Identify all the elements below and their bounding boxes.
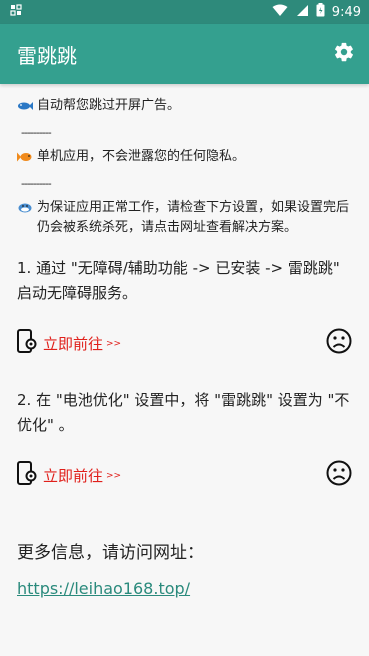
step-accessibility-actions: 立即前往 >> xyxy=(17,328,352,358)
divider-text: ---------- xyxy=(21,126,52,139)
step-battery-actions: 立即前往 >> xyxy=(17,460,352,490)
status-time: 9:49 xyxy=(331,4,361,20)
step-accessibility: 1. 通过 "无障碍/辅助功能 -> 已安装 -> 雷跳跳" 启动无障碍服务。 xyxy=(17,259,340,302)
signal-icon xyxy=(295,4,309,21)
go-battery-settings-button[interactable]: 立即前往 >> xyxy=(17,461,121,489)
status-bar: 9:49 xyxy=(0,0,369,24)
fish-icon xyxy=(17,150,35,170)
website-link[interactable]: https://leihao168.top/ xyxy=(17,579,190,598)
fish-icon xyxy=(17,99,35,119)
step-battery: 2. 在 "电池优化" 设置中，将 "雷跳跳" 设置为 "不优化" 。 xyxy=(17,391,350,434)
app-title: 雷跳跳 xyxy=(17,43,77,68)
more-info-label: 更多信息，请访问网址： xyxy=(17,543,204,563)
go-link-arrow: >> xyxy=(106,471,122,481)
sad-face-icon xyxy=(326,328,352,358)
go-accessibility-settings-button[interactable]: 立即前往 >> xyxy=(17,329,121,357)
wifi-icon xyxy=(272,4,288,21)
gear-icon[interactable] xyxy=(333,41,355,67)
main-content: 自动帮您跳过开屏广告。 ---------- 单机应用，不会泄露您的任何隐私。 … xyxy=(0,84,369,598)
sad-face-icon xyxy=(326,460,352,490)
intro-text-settings: 为保证应用正常工作，请检查下方设置，如果设置完后仍会被系统杀死，请点击网址查看解… xyxy=(37,200,350,235)
intro-line-settings: 为保证应用正常工作，请检查下方设置，如果设置完后仍会被系统杀死，请点击网址查看解… xyxy=(17,198,352,238)
go-link-arrow: >> xyxy=(106,339,122,349)
intro-text-ads: 自动帮您跳过开屏广告。 xyxy=(37,98,181,113)
intro-line-ads: 自动帮您跳过开屏广告。 xyxy=(17,96,352,119)
divider-text: ---------- xyxy=(21,177,52,190)
phone-settings-icon xyxy=(17,461,37,489)
phone-settings-icon xyxy=(17,329,37,357)
battery-icon xyxy=(316,3,325,21)
go-link-label: 立即前往 xyxy=(43,334,104,353)
go-link-label: 立即前往 xyxy=(43,466,104,485)
app-bar: 雷跳跳 xyxy=(0,24,369,84)
notification-icon xyxy=(10,4,22,20)
intro-text-privacy: 单机应用，不会泄露您的任何隐私。 xyxy=(37,149,246,164)
intro-line-privacy: 单机应用，不会泄露您的任何隐私。 xyxy=(17,147,352,170)
fish-icon xyxy=(17,201,35,221)
